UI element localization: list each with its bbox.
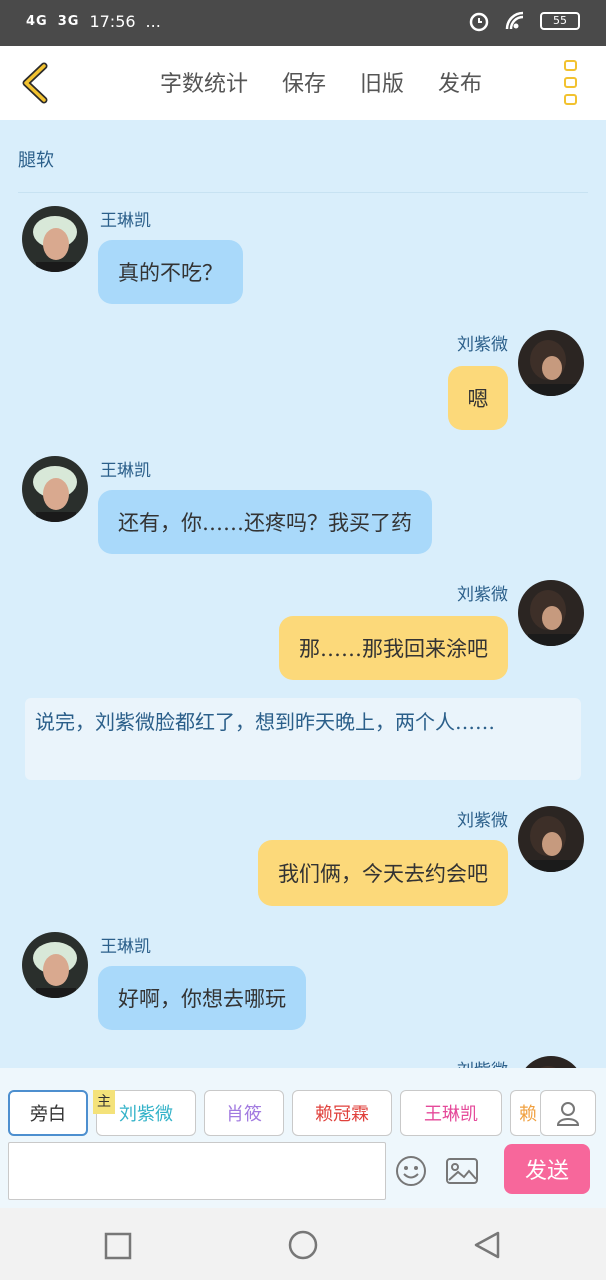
sender-name: 王琳凯: [100, 461, 151, 481]
back-icon[interactable]: [14, 60, 58, 106]
character-chip-label: 刘紫微: [119, 1104, 173, 1125]
narration-block[interactable]: 说完，刘紫微脸都红了，想到昨天晚上，两个人……: [25, 698, 581, 780]
avatar-wang[interactable]: [22, 206, 88, 272]
avatar-liu[interactable]: [518, 580, 584, 646]
back-nav-icon[interactable]: [472, 1230, 502, 1260]
avatar-wang[interactable]: [22, 932, 88, 998]
send-button[interactable]: 发送: [504, 1144, 590, 1194]
character-manage-button[interactable]: [540, 1090, 596, 1136]
character-chip-narrator[interactable]: 旁白: [8, 1090, 88, 1136]
composer-panel: 旁白 刘紫微 主 肖筱 赖冠霖 王琳凯 赖 发送: [0, 1068, 606, 1208]
character-chip[interactable]: 赖冠霖: [292, 1090, 392, 1136]
word-count-button[interactable]: 字数统计: [160, 66, 248, 98]
sender-name: 刘紫微: [457, 585, 508, 605]
emoji-icon[interactable]: [394, 1154, 428, 1188]
status-bar: 4G 3G 17:56 ... 55: [0, 0, 606, 46]
sender-name: 刘紫微: [457, 811, 508, 831]
top-toolbar: 字数统计 保存 旧版 发布: [0, 46, 606, 120]
character-chip[interactable]: 赖: [510, 1090, 540, 1136]
character-chip[interactable]: 肖筱: [204, 1090, 284, 1136]
avatar-liu[interactable]: [518, 1056, 584, 1068]
message-bubble[interactable]: 好啊，你想去哪玩: [98, 966, 306, 1030]
chat-content: 腿软 王琳凯 真的不吃？ 刘紫微 嗯 王琳凯 还有，你……还疼吗？我买了药 刘紫…: [0, 120, 606, 1068]
sender-name: 刘紫微: [457, 335, 508, 355]
home-icon[interactable]: [287, 1229, 319, 1261]
status-more-icon: ...: [145, 12, 161, 31]
save-button[interactable]: 保存: [282, 66, 326, 98]
character-chip-label: 赖: [519, 1104, 537, 1125]
message-bubble[interactable]: 我们俩，今天去约会吧: [258, 840, 508, 906]
network-3g-label: 3G: [57, 14, 80, 29]
old-version-button[interactable]: 旧版: [360, 66, 404, 98]
message-bubble[interactable]: 还有，你……还疼吗？我买了药: [98, 490, 432, 554]
character-chip[interactable]: 王琳凯: [400, 1090, 502, 1136]
battery-icon: 55: [540, 12, 580, 30]
avatar-wang[interactable]: [22, 456, 88, 522]
sender-name: 刘紫微: [457, 1056, 508, 1068]
status-time: 17:56: [89, 12, 136, 31]
message-bubble[interactable]: 那……那我回来涂吧: [279, 616, 508, 680]
publish-button[interactable]: 发布: [438, 66, 482, 98]
more-menu-icon[interactable]: [564, 60, 580, 105]
message-bubble[interactable]: 真的不吃？: [98, 240, 243, 304]
story-title[interactable]: 腿软: [18, 146, 54, 172]
avatar-liu[interactable]: [518, 806, 584, 872]
main-character-badge: 主: [93, 1090, 115, 1114]
sender-name: 王琳凯: [100, 211, 151, 231]
alarm-icon: [469, 12, 489, 32]
image-icon[interactable]: [444, 1154, 480, 1188]
character-chip-label: 王琳凯: [424, 1104, 478, 1125]
avatar-liu[interactable]: [518, 330, 584, 396]
message-bubble[interactable]: 嗯: [448, 366, 508, 430]
wifi-icon: [505, 11, 524, 30]
network-4g-label: 4G: [26, 14, 48, 29]
recent-apps-icon[interactable]: [104, 1232, 132, 1260]
title-divider: [18, 192, 588, 193]
message-input[interactable]: [8, 1142, 386, 1200]
character-chip-label: 赖冠霖: [315, 1104, 369, 1125]
system-navigation-bar: [0, 1208, 606, 1280]
character-chip-label: 肖筱: [226, 1104, 262, 1125]
person-icon: [556, 1102, 580, 1126]
sender-name: 王琳凯: [100, 937, 151, 957]
